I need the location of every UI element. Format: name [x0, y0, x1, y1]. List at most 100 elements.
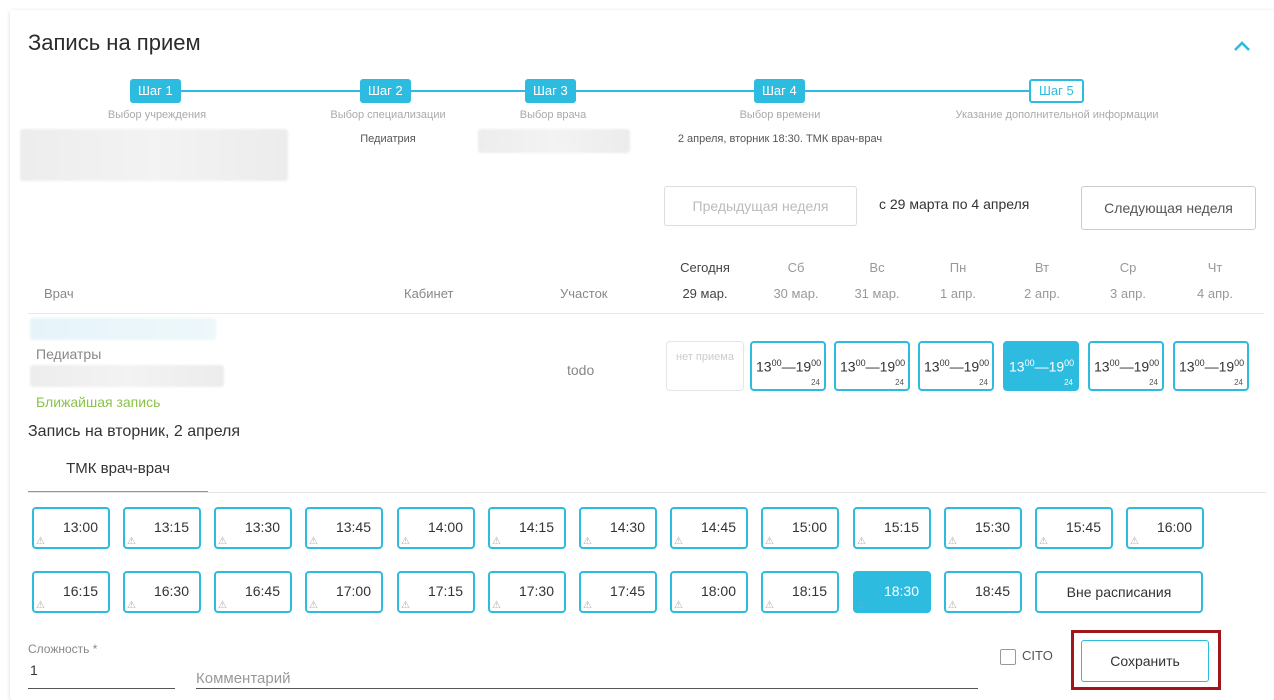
time-slot-label: 16:30	[153, 583, 189, 599]
complexity-input[interactable]: 1	[30, 662, 38, 678]
time-slot-button[interactable]: 16:45 ⚠	[214, 571, 292, 613]
step-4-caption: Выбор времени	[739, 109, 821, 121]
step-5[interactable]: Шаг 5	[1029, 79, 1084, 103]
time-slot-button[interactable]: 15:45 ⚠	[1035, 507, 1113, 549]
time-slot-button[interactable]: 17:45 ⚠	[579, 571, 657, 613]
day-name: Сегодня	[680, 260, 730, 275]
day-slot-thu[interactable]: 1300—1900 24	[1173, 341, 1249, 391]
time-slot-button[interactable]: 13:30 ⚠	[214, 507, 292, 549]
day-header-sat: Сб 30 мар.	[761, 255, 831, 307]
day-slot-sun[interactable]: 1300—1900 24	[834, 341, 910, 391]
day-header-sun: Вс 31 мар.	[842, 255, 912, 307]
time-slot-button[interactable]: 17:15 ⚠	[397, 571, 475, 613]
day-date: 30 мар.	[773, 286, 819, 301]
time-slot-button[interactable]: 18:30 ⚠	[853, 571, 931, 613]
time-slot-button[interactable]: 15:00 ⚠	[761, 507, 839, 549]
cito-label: CITO	[1022, 648, 1053, 663]
time-slot-button[interactable]: 16:15 ⚠	[32, 571, 110, 613]
time-slot-button[interactable]: 13:00 ⚠	[32, 507, 110, 549]
time-slot-label: 16:45	[244, 583, 280, 599]
time-slot-label: 14:15	[518, 519, 554, 535]
day-date: 2 апр.	[1024, 286, 1060, 301]
nearest-appointment-link[interactable]: Ближайшая запись	[36, 394, 160, 410]
warning-icon: ⚠	[1130, 536, 1139, 547]
prev-week-button[interactable]: Предыдущая неделя	[664, 186, 857, 226]
day-slot-wed[interactable]: 1300—1900 24	[1088, 341, 1164, 391]
slot-count: 24	[895, 378, 904, 387]
time-slot-label: 17:45	[609, 583, 645, 599]
time-slot-label: 15:45	[1065, 519, 1101, 535]
day-slot-tue[interactable]: 1300—1900 24	[1003, 341, 1079, 391]
warning-icon: ⚠	[674, 536, 683, 547]
time-slot-label: 18:45	[974, 583, 1010, 599]
time-slot-button[interactable]: 14:30 ⚠	[579, 507, 657, 549]
time-slot-button[interactable]: 17:00 ⚠	[305, 571, 383, 613]
no-reception-text: нет приема	[676, 351, 734, 363]
slot-count: 24	[811, 378, 820, 387]
time-slot-label: 13:45	[335, 519, 371, 535]
time-slot-button[interactable]: 15:15 ⚠	[853, 507, 931, 549]
day-slot-sat[interactable]: 1300—1900 24	[750, 341, 826, 391]
time-slot-button[interactable]: 14:45 ⚠	[670, 507, 748, 549]
warning-icon: ⚠	[492, 536, 501, 547]
chevron-up-icon[interactable]	[1232, 36, 1252, 56]
doctor-extra-redacted	[30, 365, 224, 387]
warning-icon: ⚠	[309, 600, 318, 611]
warning-icon: ⚠	[948, 600, 957, 611]
slot-time-range: 1300—1900	[756, 358, 822, 375]
day-date: 3 апр.	[1110, 286, 1146, 301]
next-week-button[interactable]: Следующая неделя	[1081, 186, 1256, 230]
slot-time-range: 1300—1900	[1094, 358, 1160, 375]
time-slot-label: 15:00	[791, 519, 827, 535]
day-name: Пн	[949, 260, 967, 275]
time-slot-label: 14:30	[609, 519, 645, 535]
day-header-mon: Пн 1 апр.	[923, 255, 993, 307]
col-doctor: Врач	[44, 286, 74, 301]
step-2[interactable]: Шаг 2	[360, 79, 411, 103]
table-header-divider	[28, 313, 1264, 314]
time-slot-button[interactable]: 18:15 ⚠	[761, 571, 839, 613]
tab-tmk-doctor-doctor[interactable]: ТМК врач-врач	[28, 455, 208, 493]
slot-time-range: 1300—1900	[924, 358, 990, 375]
slot-count: 24	[1149, 378, 1158, 387]
day-slot-mon[interactable]: 1300—1900 24	[918, 341, 994, 391]
time-slot-button[interactable]: 13:15 ⚠	[123, 507, 201, 549]
time-slot-label: 15:15	[883, 519, 919, 535]
step-3[interactable]: Шаг 3	[525, 79, 576, 103]
booking-heading: Запись на вторник, 2 апреля	[28, 423, 241, 440]
week-range: с 29 марта по 4 апреля	[879, 196, 1030, 212]
time-slot-button[interactable]: 16:30 ⚠	[123, 571, 201, 613]
time-slot-label: 17:15	[427, 583, 463, 599]
comment-input[interactable]: Комментарий	[196, 670, 290, 687]
warning-icon: ⚠	[583, 536, 592, 547]
time-slot-button[interactable]: 17:30 ⚠	[488, 571, 566, 613]
warning-icon: ⚠	[674, 600, 683, 611]
institution-value-redacted	[20, 129, 288, 181]
cito-checkbox[interactable]	[1000, 649, 1016, 665]
slot-count: 24	[979, 378, 988, 387]
time-slot-button[interactable]: 18:00 ⚠	[670, 571, 748, 613]
outside-schedule-button[interactable]: Вне расписания	[1035, 571, 1203, 613]
time-slot-button[interactable]: 13:45 ⚠	[305, 507, 383, 549]
slot-count: 24	[1064, 378, 1073, 387]
time-slot-button[interactable]: 16:00 ⚠	[1126, 507, 1204, 549]
warning-icon: ⚠	[36, 600, 45, 611]
step-4[interactable]: Шаг 4	[754, 79, 805, 103]
time-slot-button[interactable]: 14:00 ⚠	[397, 507, 475, 549]
day-name: Вт	[1034, 260, 1050, 275]
day-header-thu: Чт 4 апр.	[1180, 255, 1250, 307]
time-slot-button[interactable]: 18:45 ⚠	[944, 571, 1022, 613]
doctor-area: todo	[567, 362, 595, 378]
col-cabinet: Кабинет	[404, 286, 454, 301]
day-slot-today: нет приема	[666, 341, 744, 391]
warning-icon: ⚠	[309, 536, 318, 547]
save-button[interactable]: Сохранить	[1081, 640, 1209, 682]
warning-icon: ⚠	[492, 600, 501, 611]
tab-underline	[28, 492, 1266, 493]
doctor-value-redacted	[478, 129, 630, 153]
step-1[interactable]: Шаг 1	[130, 79, 181, 103]
time-slot-button[interactable]: 15:30 ⚠	[944, 507, 1022, 549]
day-name: Чт	[1207, 260, 1223, 275]
time-slot-button[interactable]: 14:15 ⚠	[488, 507, 566, 549]
time-slot-label: 16:15	[62, 583, 98, 599]
